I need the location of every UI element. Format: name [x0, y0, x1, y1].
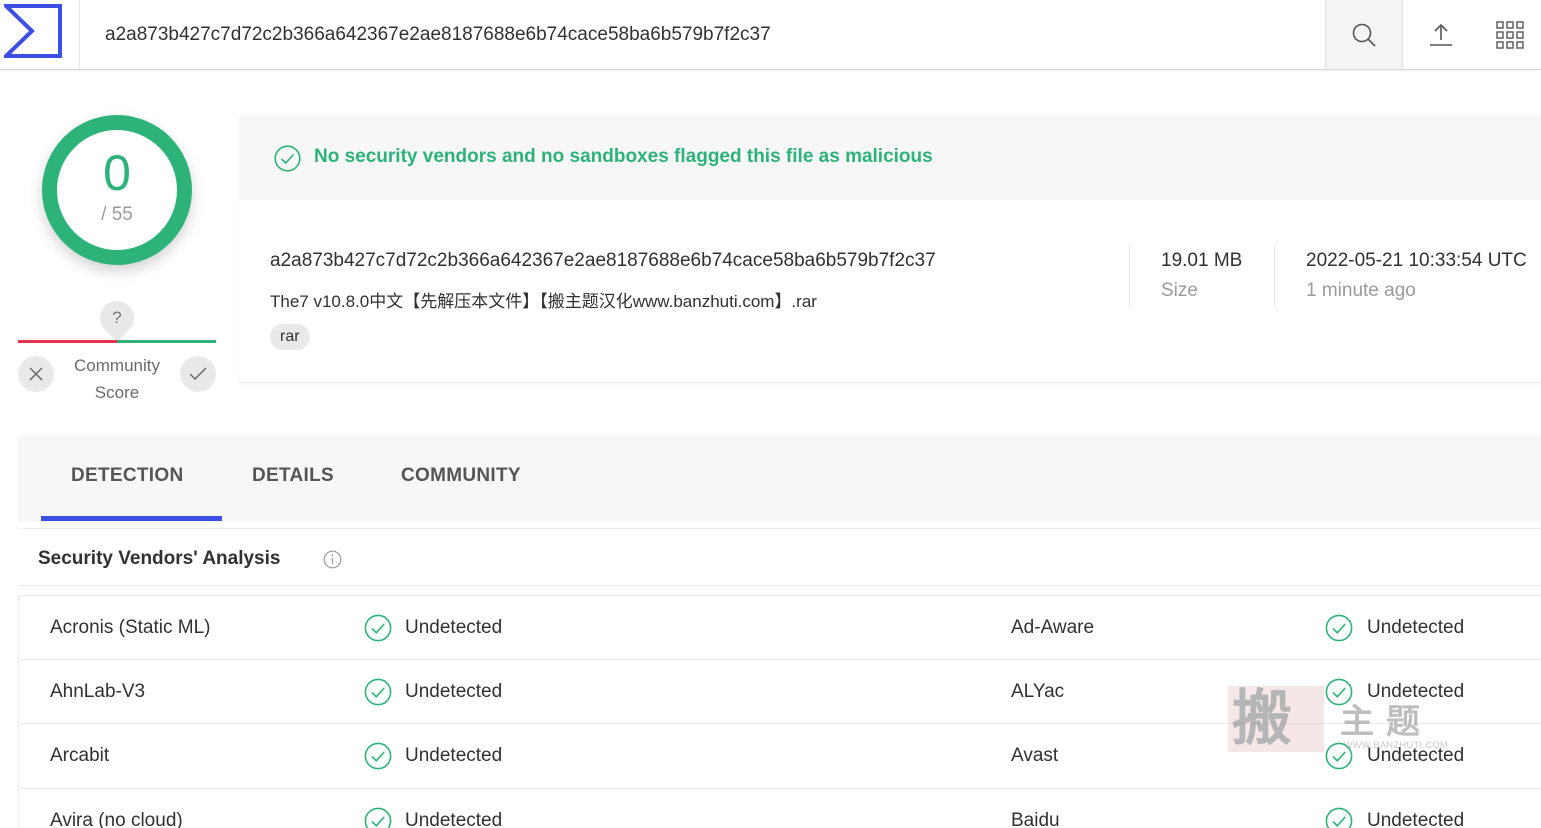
community-score-label: Community Score	[74, 356, 160, 402]
community-score-bar-negative	[18, 340, 117, 343]
vendor-name: Arcabit	[50, 745, 110, 766]
search-icon	[1352, 23, 1376, 47]
check-circle-icon	[1325, 678, 1353, 705]
check-circle-icon	[274, 145, 301, 172]
file-size-label: Size	[1161, 280, 1198, 301]
check-circle-icon	[364, 807, 392, 828]
apps-menu-button[interactable]	[1478, 0, 1541, 69]
community-score-marker: ?	[92, 293, 142, 343]
close-icon	[29, 367, 43, 381]
vendor-result: Undetected	[405, 745, 503, 766]
check-circle-icon	[364, 678, 392, 705]
tab-community[interactable]: COMMUNITY	[401, 465, 521, 487]
vendor-status-icon	[1325, 678, 1353, 711]
check-circle-icon	[364, 614, 392, 642]
table-row: Avira (no cloud) Undetected Baidu Undetecte…	[18, 788, 1541, 828]
vendor-status-icon	[1325, 614, 1353, 647]
section-header: Security Vendors' Analysis	[18, 528, 1541, 586]
vendor-status-icon	[1325, 807, 1353, 828]
vendor-name: Avast	[1011, 745, 1059, 766]
vendor-status-icon	[1325, 742, 1353, 775]
table-row: Arcabit Undetected Avast Undetected	[18, 724, 1541, 789]
checkmark-icon	[189, 367, 207, 381]
vendor-status-icon	[364, 807, 392, 828]
vendor-status-icon	[364, 678, 392, 711]
virustotal-logo-icon	[4, 4, 62, 58]
check-circle-icon	[1325, 742, 1353, 770]
active-tab-indicator	[41, 516, 222, 521]
detection-score: 0 / 55	[57, 130, 177, 250]
vendor-result: Undetected	[405, 617, 503, 638]
verdict-message: No security vendors and no sandboxes fla…	[314, 146, 933, 167]
vendor-name: AhnLab-V3	[50, 680, 146, 702]
file-size: 19.01 MB	[1161, 250, 1243, 271]
vendor-result: Undetected	[1367, 617, 1465, 638]
vendor-name: Ad-Aware	[1011, 617, 1095, 638]
divider	[1129, 246, 1130, 306]
check-circle-icon	[1325, 614, 1353, 642]
vendor-result: Undetected	[1367, 680, 1465, 702]
vote-harmless-button[interactable]	[180, 356, 216, 392]
top-bar	[0, 0, 1541, 70]
vendor-name: Baidu	[1011, 809, 1060, 828]
table-row: AhnLab-V3 Undetected ALYac Undetected	[18, 659, 1541, 724]
vendor-name: Acronis (Static ML)	[50, 617, 211, 638]
section-title: Security Vendors' Analysis	[38, 548, 281, 569]
file-hash: a2a873b427c7d72c2b366a642367e2ae8187688e…	[270, 250, 936, 271]
file-info-card: a2a873b427c7d72c2b366a642367e2ae8187688e…	[239, 200, 1541, 383]
check-circle-icon	[364, 742, 392, 770]
analysis-date-relative: 1 minute ago	[1306, 280, 1416, 301]
question-mark-icon: ?	[112, 308, 122, 327]
vendor-result: Undetected	[405, 809, 503, 828]
file-name: The7 v10.8.0中文【先解压本文件】【搬主题汉化www.banzhuti…	[270, 292, 817, 311]
apps-grid-icon	[1495, 20, 1524, 49]
vote-malicious-button[interactable]	[18, 356, 54, 392]
search-input[interactable]	[80, 0, 1325, 69]
vendor-status-icon	[364, 742, 392, 775]
divider	[1274, 246, 1275, 306]
file-tag[interactable]: rar	[270, 324, 310, 350]
tab-details[interactable]: DETAILS	[252, 465, 334, 487]
analysis-date: 2022-05-21 10:33:54 UTC	[1306, 250, 1527, 271]
detection-count: 0	[103, 145, 131, 201]
vendor-name: Avira (no cloud)	[50, 809, 183, 828]
vendor-result: Undetected	[1367, 809, 1465, 828]
detection-score-ring: 0 / 55	[42, 115, 192, 265]
search-button[interactable]	[1325, 0, 1403, 69]
upload-icon	[1429, 23, 1452, 46]
vendor-status-icon	[364, 614, 392, 647]
tab-detection[interactable]: DETECTION	[71, 465, 183, 487]
check-circle-icon	[1325, 807, 1353, 828]
vendor-result: Undetected	[1367, 745, 1465, 766]
vendor-result: Undetected	[405, 680, 503, 702]
table-row: Acronis (Static ML) Undetected Ad-Aware Und…	[18, 595, 1541, 660]
detection-total: / 55	[101, 204, 133, 225]
upload-button[interactable]	[1403, 0, 1478, 69]
community-score-bar-positive	[117, 340, 216, 343]
virustotal-logo[interactable]	[0, 0, 80, 69]
vendor-table: Acronis (Static ML) Undetected Ad-Aware Und…	[18, 595, 1541, 828]
report-tabs: DETECTION DETAILS COMMUNITY	[18, 435, 1541, 522]
verdict-banner: No security vendors and no sandboxes fla…	[239, 115, 1541, 200]
info-icon[interactable]	[323, 550, 342, 569]
vendor-name: ALYac	[1011, 680, 1065, 702]
